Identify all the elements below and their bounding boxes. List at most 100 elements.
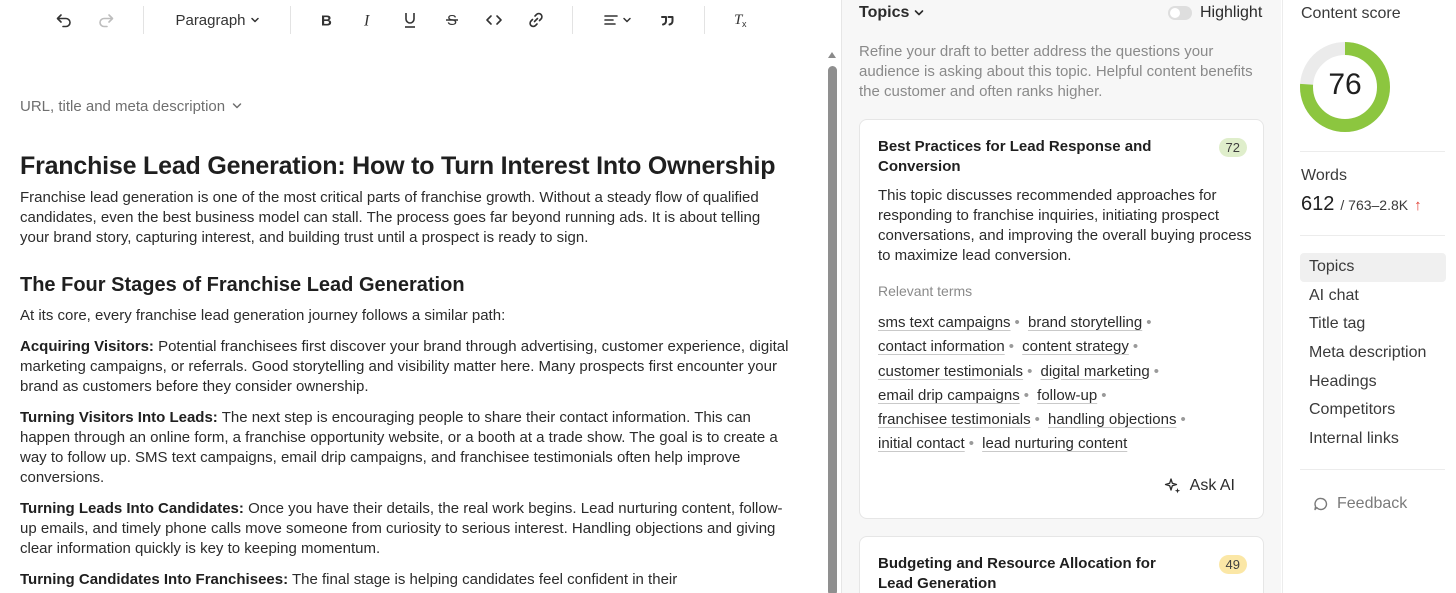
stage-paragraph[interactable]: Turning Visitors Into Leads: The next st… (20, 408, 790, 488)
lead-in-paragraph[interactable]: At its core, every franchise lead genera… (20, 306, 790, 326)
word-count-row: 612 / 763–2.8K ↑ (1301, 193, 1422, 217)
meta-toggle-label: URL, title and meta description (20, 97, 226, 115)
intro-paragraph[interactable]: Franchise lead generation is one of the … (20, 188, 790, 248)
topics-heading: Topics (859, 4, 910, 21)
formatting-toolbar: Paragraph B I S Tx (0, 0, 826, 40)
italic-icon[interactable]: I (357, 6, 379, 34)
topic-card[interactable]: Best Practices for Lead Response and Con… (859, 119, 1264, 519)
code-icon[interactable] (482, 6, 506, 34)
nav-item-competitors[interactable]: Competitors (1300, 396, 1446, 425)
svg-text:B: B (321, 13, 332, 29)
term-chip[interactable]: customer testimonials (878, 363, 1023, 380)
relevant-terms-label: Relevant terms (878, 283, 973, 299)
toolbar-divider (572, 6, 573, 34)
toolbar-divider (704, 6, 705, 34)
align-dropdown[interactable] (598, 6, 636, 34)
term-chip[interactable]: brand storytelling (1028, 314, 1142, 331)
toggle-switch[interactable] (1168, 6, 1192, 20)
content-score-value: 76 (1328, 68, 1362, 101)
term-chip[interactable]: digital marketing (1041, 363, 1150, 380)
block-style-dropdown[interactable]: Paragraph (170, 6, 265, 34)
content-score-label: Content score (1301, 5, 1401, 22)
term-chip[interactable]: sms text campaigns (878, 314, 1011, 331)
nav-item-internal-links[interactable]: Internal links (1300, 425, 1446, 454)
editor-pane: Paragraph B I S Tx URL, title and meta d… (0, 0, 826, 593)
svg-text:I: I (363, 13, 370, 29)
meta-description-toggle[interactable]: URL, title and meta description (20, 95, 243, 117)
undo-icon[interactable] (52, 6, 76, 34)
feedback-button[interactable]: Feedback (1313, 494, 1407, 514)
nav-item-meta-description[interactable]: Meta description (1300, 339, 1446, 368)
term-separator: • (1146, 314, 1152, 331)
term-separator: • (968, 435, 974, 453)
stage-label: Turning Candidates Into Franchisees: (20, 571, 289, 588)
topics-panel: Topics Highlight Refine your draft to be… (841, 0, 1281, 593)
underline-icon[interactable] (399, 6, 421, 34)
stage-paragraph[interactable]: Acquiring Visitors: Potential franchisee… (20, 337, 790, 397)
highlight-toggle[interactable]: Highlight (1168, 3, 1262, 23)
editor-scrollbar[interactable] (826, 52, 838, 593)
quote-icon[interactable] (655, 6, 679, 34)
feedback-label: Feedback (1337, 495, 1408, 512)
block-style-label: Paragraph (175, 11, 246, 29)
term-separator: • (1034, 411, 1040, 429)
term-separator: • (1132, 338, 1139, 356)
section-heading[interactable]: The Four Stages of Franchise Lead Genera… (20, 272, 790, 298)
stage-label: Acquiring Visitors: (20, 338, 154, 355)
term-chip[interactable]: follow-up (1037, 387, 1097, 404)
term-separator: • (1153, 362, 1159, 380)
highlight-label: Highlight (1200, 4, 1263, 21)
topic-title: Best Practices for Lead Response and Con… (878, 138, 1152, 175)
term-separator: • (1027, 362, 1033, 380)
bold-icon[interactable]: B (315, 6, 337, 34)
term-chip[interactable]: contact information (878, 338, 1005, 355)
term-separator: • (1023, 386, 1029, 404)
scrollbar-thumb[interactable] (828, 66, 837, 593)
term-chip[interactable]: handling objections (1048, 411, 1176, 428)
topic-score-badge: 49 (1218, 555, 1247, 574)
svg-text:x: x (742, 19, 747, 29)
nav-item-ai-chat[interactable]: AI chat (1300, 282, 1446, 311)
term-separator: • (1180, 411, 1186, 429)
topic-title: Budgeting and Resource Allocation for Le… (878, 555, 1156, 592)
redo-icon[interactable] (94, 6, 118, 34)
term-separator: • (1014, 314, 1020, 331)
nav-item-topics[interactable]: Topics (1300, 253, 1446, 282)
sparkle-icon (1164, 478, 1180, 494)
document-title[interactable]: Franchise Lead Generation: How to Turn I… (20, 150, 790, 182)
chevron-down-icon (915, 10, 924, 16)
strikethrough-icon[interactable]: S (441, 6, 463, 34)
chat-bubble-icon (1314, 497, 1328, 511)
topic-score-badge: 72 (1218, 138, 1247, 157)
link-icon[interactable] (524, 6, 548, 34)
term-chip[interactable]: email drip campaigns (878, 387, 1020, 404)
chevron-down-icon (622, 17, 631, 23)
words-label: Words (1301, 167, 1347, 184)
stage-paragraph[interactable]: Turning Candidates Into Franchisees: The… (20, 570, 790, 590)
nav-item-title-tag[interactable]: Title tag (1300, 310, 1446, 339)
topic-description: This topic discusses recommended approac… (878, 187, 1252, 264)
scroll-up-arrow-icon[interactable] (828, 52, 836, 58)
divider (1300, 469, 1445, 470)
arrow-up-icon: ↑ (1414, 197, 1422, 214)
term-chip[interactable]: lead nurturing content (982, 435, 1127, 452)
stage-paragraph[interactable]: Turning Leads Into Candidates: Once you … (20, 499, 790, 559)
topic-card[interactable]: Budgeting and Resource Allocation for Le… (859, 536, 1264, 593)
topics-description: Refine your draft to better address the … (859, 43, 1253, 100)
ask-ai-button[interactable]: Ask AI (1164, 476, 1235, 496)
divider (1300, 151, 1445, 152)
word-count: 612 (1301, 193, 1335, 215)
divider (1300, 235, 1445, 236)
term-chip[interactable]: initial contact (878, 435, 965, 452)
chevron-down-icon (250, 17, 259, 23)
topics-dropdown[interactable]: Topics (859, 3, 925, 23)
word-target-range: / 763–2.8K (1340, 197, 1409, 213)
clear-format-icon[interactable]: Tx (729, 6, 753, 34)
term-separator: • (1008, 338, 1014, 356)
term-chip[interactable]: content strategy (1022, 338, 1129, 355)
term-chip[interactable]: franchisee testimonials (878, 411, 1031, 428)
nav-item-headings[interactable]: Headings (1300, 368, 1446, 397)
sidebar-nav: Topics AI chat Title tag Meta descriptio… (1300, 253, 1446, 454)
document-body[interactable]: Franchise Lead Generation: How to Turn I… (20, 150, 790, 593)
align-icon (603, 15, 618, 25)
